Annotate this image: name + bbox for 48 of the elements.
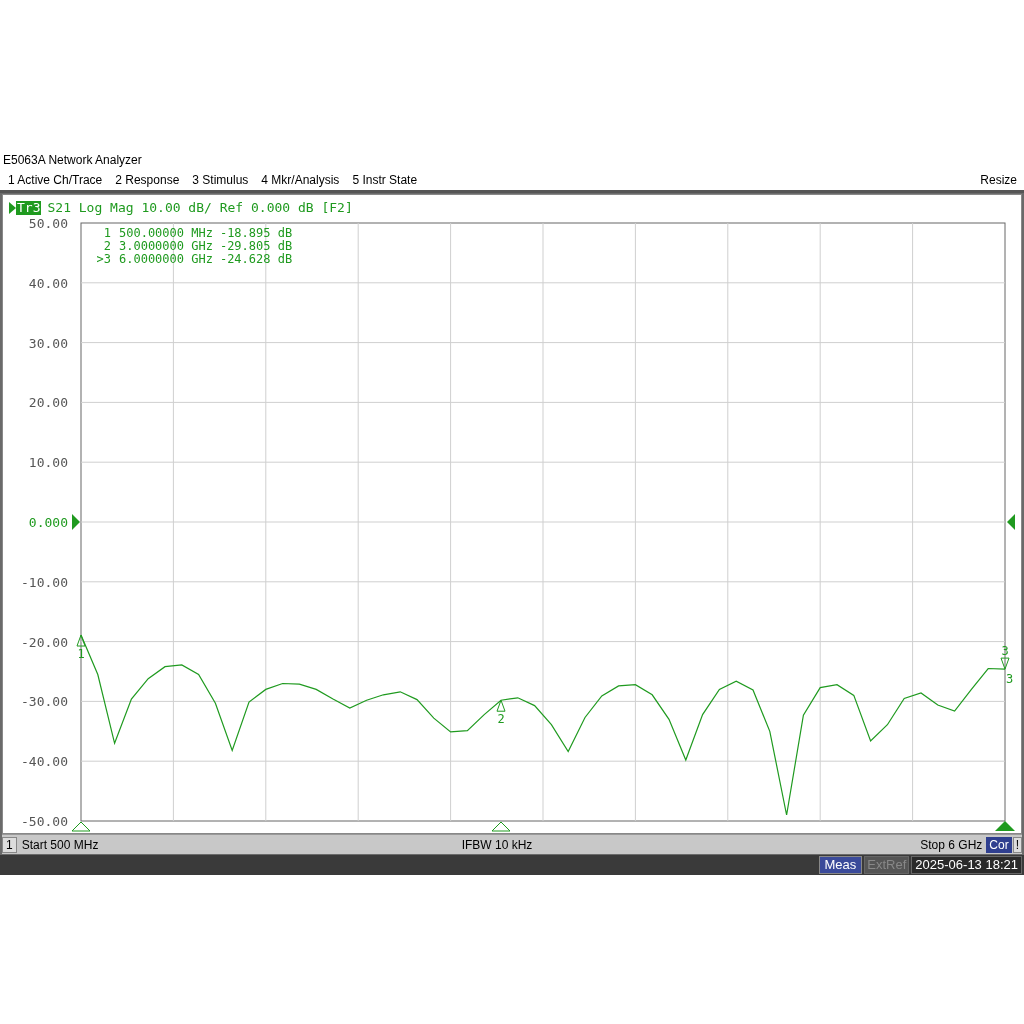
y-axis-label: -30.00 xyxy=(21,694,68,710)
marker-label: 3 xyxy=(1001,644,1009,659)
menu-item[interactable]: 5 Instr State xyxy=(352,171,418,189)
menu-item[interactable]: 4 Mkr/Analysis xyxy=(261,171,340,189)
y-axis-label: -10.00 xyxy=(21,574,68,590)
menu-item[interactable]: 1 Active Ch/Trace xyxy=(8,171,103,189)
date-time: 2025-06-13 18:21 xyxy=(911,856,1022,874)
marker-response: -29.805 dB xyxy=(219,240,293,253)
y-axis-label: 50.00 xyxy=(28,216,68,231)
reference-level-icon xyxy=(72,514,80,530)
marker-response: -24.628 dB xyxy=(219,253,293,266)
marker-triangle-icon xyxy=(496,699,506,712)
start-frequency: Start 500 MHz xyxy=(21,836,100,854)
y-axis-label: 40.00 xyxy=(28,275,68,291)
marker-number: >3 xyxy=(95,253,112,266)
menu-item[interactable]: 2 Response xyxy=(115,171,180,189)
marker-stimulus: 3.0000000 GHz xyxy=(118,240,214,253)
menu-item[interactable]: 3 Stimulus xyxy=(192,171,249,189)
stop-frequency: Stop 6 GHz xyxy=(920,836,983,854)
warning-indicator: ! xyxy=(1012,836,1022,853)
stimulus-marker-icon xyxy=(491,821,511,832)
marker-label: 1 xyxy=(77,647,85,661)
ifbw-setting: IFBW 10 kHz xyxy=(461,836,533,854)
marker-triangle-icon xyxy=(76,634,86,647)
y-axis-label: 10.00 xyxy=(28,455,68,471)
trace-end-label: 3 xyxy=(1006,672,1014,687)
marker-triangle-icon xyxy=(1000,657,1010,670)
reference-level-icon xyxy=(1007,514,1015,530)
y-axis-label: 30.00 xyxy=(28,335,68,351)
window-title: E5063A Network Analyzer xyxy=(3,152,142,169)
marker-label: 2 xyxy=(497,712,505,727)
marker-stimulus: 6.0000000 GHz xyxy=(118,253,214,266)
y-axis-label: -40.00 xyxy=(21,754,68,770)
status-indicator: Meas xyxy=(818,856,863,874)
y-axis-label: 0.000 xyxy=(28,515,68,530)
channel-number[interactable]: 1 xyxy=(2,836,17,853)
trace-settings-text: S21 Log Mag 10.00 dB/ Ref 0.000 dB [F2] xyxy=(47,199,353,217)
menu-item[interactable]: Resize xyxy=(980,171,1021,189)
y-axis-label: 20.00 xyxy=(28,395,68,411)
marker-number: 2 xyxy=(102,240,112,253)
y-axis-label: -50.00 xyxy=(21,814,68,829)
marker-stimulus: 500.00000 MHz xyxy=(118,227,214,240)
stimulus-marker-icon xyxy=(71,821,91,832)
marker-response: -18.895 dB xyxy=(219,227,293,240)
correction-indicator: Cor xyxy=(986,836,1012,853)
marker-number: 1 xyxy=(102,227,112,240)
stimulus-marker-icon xyxy=(995,821,1015,831)
y-axis-label: -20.00 xyxy=(21,634,68,650)
